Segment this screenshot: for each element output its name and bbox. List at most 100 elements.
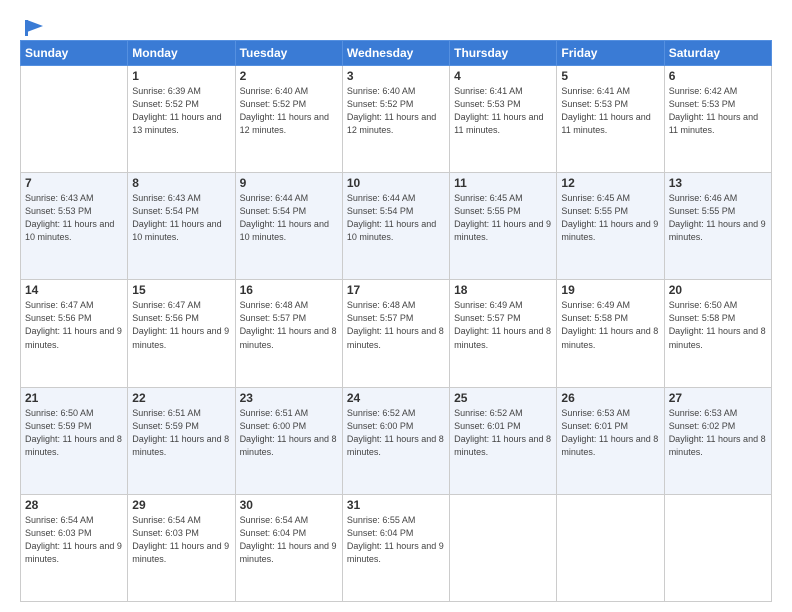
day-number: 24 (347, 391, 445, 405)
day-number: 6 (669, 69, 767, 83)
day-number: 7 (25, 176, 123, 190)
calendar-row: 28 Sunrise: 6:54 AMSunset: 6:03 PMDayligh… (21, 494, 772, 601)
day-info: Sunrise: 6:55 AMSunset: 6:04 PMDaylight:… (347, 514, 445, 566)
day-info: Sunrise: 6:45 AMSunset: 5:55 PMDaylight:… (454, 192, 552, 244)
day-number: 25 (454, 391, 552, 405)
day-number: 23 (240, 391, 338, 405)
calendar-cell: 5Sunrise: 6:41 AMSunset: 5:53 PMDaylight… (557, 66, 664, 173)
day-number: 19 (561, 283, 659, 297)
day-number: 1 (132, 69, 230, 83)
day-number: 31 (347, 498, 445, 512)
calendar-cell: 17 Sunrise: 6:48 AMSunset: 5:57 PMDayligh… (342, 280, 449, 387)
day-info: Sunrise: 6:54 AMSunset: 6:04 PMDaylight:… (240, 514, 338, 566)
calendar-cell (21, 66, 128, 173)
day-info: Sunrise: 6:52 AMSunset: 6:00 PMDaylight:… (347, 407, 445, 459)
day-number: 18 (454, 283, 552, 297)
day-info: Sunrise: 6:43 AMSunset: 5:54 PMDaylight:… (132, 192, 230, 244)
calendar-cell: 29 Sunrise: 6:54 AMSunset: 6:03 PMDayligh… (128, 494, 235, 601)
day-info: Sunrise: 6:49 AMSunset: 5:57 PMDaylight:… (454, 299, 552, 351)
calendar-cell (664, 494, 771, 601)
day-number: 22 (132, 391, 230, 405)
day-info: Sunrise: 6:48 AMSunset: 5:57 PMDaylight:… (240, 299, 338, 351)
calendar-cell: 13 Sunrise: 6:46 AMSunset: 5:55 PMDayligh… (664, 173, 771, 280)
day-info: Sunrise: 6:54 AMSunset: 6:03 PMDaylight:… (132, 514, 230, 566)
day-number: 12 (561, 176, 659, 190)
calendar-cell: 20 Sunrise: 6:50 AMSunset: 5:58 PMDayligh… (664, 280, 771, 387)
day-info: Sunrise: 6:44 AMSunset: 5:54 PMDaylight:… (347, 192, 445, 244)
day-info: Sunrise: 6:40 AMSunset: 5:52 PMDaylight:… (240, 85, 338, 137)
calendar-cell: 2Sunrise: 6:40 AMSunset: 5:52 PMDaylight… (235, 66, 342, 173)
day-info: Sunrise: 6:39 AMSunset: 5:52 PMDaylight:… (132, 85, 230, 137)
day-number: 13 (669, 176, 767, 190)
day-number: 3 (347, 69, 445, 83)
day-info: Sunrise: 6:50 AMSunset: 5:59 PMDaylight:… (25, 407, 123, 459)
weekday-header: Saturday (664, 41, 771, 66)
day-number: 20 (669, 283, 767, 297)
day-number: 10 (347, 176, 445, 190)
day-number: 11 (454, 176, 552, 190)
day-info: Sunrise: 6:46 AMSunset: 5:55 PMDaylight:… (669, 192, 767, 244)
day-info: Sunrise: 6:50 AMSunset: 5:58 PMDaylight:… (669, 299, 767, 351)
day-info: Sunrise: 6:49 AMSunset: 5:58 PMDaylight:… (561, 299, 659, 351)
calendar-cell: 16 Sunrise: 6:48 AMSunset: 5:57 PMDayligh… (235, 280, 342, 387)
day-number: 17 (347, 283, 445, 297)
calendar-row: 21 Sunrise: 6:50 AMSunset: 5:59 PMDayligh… (21, 387, 772, 494)
calendar-cell: 26 Sunrise: 6:53 AMSunset: 6:01 PMDayligh… (557, 387, 664, 494)
day-number: 16 (240, 283, 338, 297)
day-info: Sunrise: 6:41 AMSunset: 5:53 PMDaylight:… (561, 85, 659, 137)
calendar-row: 14 Sunrise: 6:47 AMSunset: 5:56 PMDayligh… (21, 280, 772, 387)
calendar-cell: 8 Sunrise: 6:43 AMSunset: 5:54 PMDaylight… (128, 173, 235, 280)
day-number: 28 (25, 498, 123, 512)
day-number: 9 (240, 176, 338, 190)
calendar-row: 1 Sunrise: 6:39 AMSunset: 5:52 PMDaylight… (21, 66, 772, 173)
calendar-cell: 23 Sunrise: 6:51 AMSunset: 6:00 PMDayligh… (235, 387, 342, 494)
calendar-cell (450, 494, 557, 601)
day-number: 21 (25, 391, 123, 405)
calendar-cell: 11 Sunrise: 6:45 AMSunset: 5:55 PMDayligh… (450, 173, 557, 280)
day-info: Sunrise: 6:40 AMSunset: 5:52 PMDaylight:… (347, 85, 445, 137)
day-info: Sunrise: 6:47 AMSunset: 5:56 PMDaylight:… (25, 299, 123, 351)
day-info: Sunrise: 6:42 AMSunset: 5:53 PMDaylight:… (669, 85, 767, 137)
calendar-cell: 19 Sunrise: 6:49 AMSunset: 5:58 PMDayligh… (557, 280, 664, 387)
calendar-cell: 12 Sunrise: 6:45 AMSunset: 5:55 PMDayligh… (557, 173, 664, 280)
day-number: 8 (132, 176, 230, 190)
calendar-cell: 9 Sunrise: 6:44 AMSunset: 5:54 PMDaylight… (235, 173, 342, 280)
calendar-cell: 22 Sunrise: 6:51 AMSunset: 5:59 PMDayligh… (128, 387, 235, 494)
day-number: 14 (25, 283, 123, 297)
logo-flag-icon (23, 18, 45, 38)
calendar-cell: 24 Sunrise: 6:52 AMSunset: 6:00 PMDayligh… (342, 387, 449, 494)
calendar-cell: 4 Sunrise: 6:41 AMSunset: 5:53 PMDaylight… (450, 66, 557, 173)
day-info: Sunrise: 6:53 AMSunset: 6:02 PMDaylight:… (669, 407, 767, 459)
day-info: Sunrise: 6:54 AMSunset: 6:03 PMDaylight:… (25, 514, 123, 566)
calendar-cell: 3 Sunrise: 6:40 AMSunset: 5:52 PMDaylight… (342, 66, 449, 173)
day-info: Sunrise: 6:41 AMSunset: 5:53 PMDaylight:… (454, 85, 552, 137)
weekday-header: Monday (128, 41, 235, 66)
day-info: Sunrise: 6:53 AMSunset: 6:01 PMDaylight:… (561, 407, 659, 459)
day-info: Sunrise: 6:51 AMSunset: 5:59 PMDaylight:… (132, 407, 230, 459)
day-number: 26 (561, 391, 659, 405)
page: SundayMondayTuesdayWednesdayThursdayFrid… (0, 0, 792, 612)
day-info: Sunrise: 6:44 AMSunset: 5:54 PMDaylight:… (240, 192, 338, 244)
header (20, 18, 772, 32)
day-info: Sunrise: 6:52 AMSunset: 6:01 PMDaylight:… (454, 407, 552, 459)
day-number: 29 (132, 498, 230, 512)
day-info: Sunrise: 6:48 AMSunset: 5:57 PMDaylight:… (347, 299, 445, 351)
calendar-cell: 21 Sunrise: 6:50 AMSunset: 5:59 PMDayligh… (21, 387, 128, 494)
day-number: 15 (132, 283, 230, 297)
calendar-cell: 14 Sunrise: 6:47 AMSunset: 5:56 PMDayligh… (21, 280, 128, 387)
calendar-cell: 1 Sunrise: 6:39 AMSunset: 5:52 PMDaylight… (128, 66, 235, 173)
day-info: Sunrise: 6:45 AMSunset: 5:55 PMDaylight:… (561, 192, 659, 244)
calendar-cell: 30 Sunrise: 6:54 AMSunset: 6:04 PMDayligh… (235, 494, 342, 601)
day-number: 30 (240, 498, 338, 512)
calendar-cell: 7Sunrise: 6:43 AMSunset: 5:53 PMDaylight… (21, 173, 128, 280)
weekday-header: Thursday (450, 41, 557, 66)
weekday-header: Friday (557, 41, 664, 66)
calendar-cell: 28 Sunrise: 6:54 AMSunset: 6:03 PMDayligh… (21, 494, 128, 601)
weekday-header: Sunday (21, 41, 128, 66)
calendar-cell: 31 Sunrise: 6:55 AMSunset: 6:04 PMDayligh… (342, 494, 449, 601)
day-number: 27 (669, 391, 767, 405)
calendar-cell: 25 Sunrise: 6:52 AMSunset: 6:01 PMDayligh… (450, 387, 557, 494)
day-number: 4 (454, 69, 552, 83)
day-info: Sunrise: 6:51 AMSunset: 6:00 PMDaylight:… (240, 407, 338, 459)
calendar-cell: 15Sunrise: 6:47 AMSunset: 5:56 PMDayligh… (128, 280, 235, 387)
